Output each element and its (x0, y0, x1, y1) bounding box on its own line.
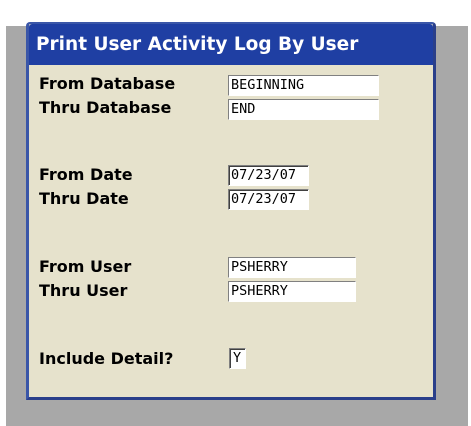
thru-database-field[interactable]: END (228, 99, 379, 120)
from-date-field[interactable]: 07/23/07 (228, 165, 309, 186)
dialog-titlebar: Print User Activity Log By User (29, 24, 433, 65)
thru-date-label: Thru Date (39, 189, 129, 208)
thru-date-field[interactable]: 07/23/07 (228, 189, 309, 210)
thru-database-label: Thru Database (39, 98, 172, 117)
from-user-field[interactable]: PSHERRY (228, 257, 356, 278)
dialog-title: Print User Activity Log By User (36, 34, 359, 55)
thru-user-field[interactable]: PSHERRY (228, 281, 356, 302)
include-detail-label: Include Detail? (39, 349, 174, 368)
window-shadow-left (6, 26, 26, 402)
from-user-label: From User (39, 257, 132, 276)
from-database-field[interactable]: BEGINNING (228, 75, 379, 96)
include-detail-field[interactable]: Y (229, 348, 246, 369)
from-date-label: From Date (39, 165, 133, 184)
window-shadow-bottom (6, 400, 468, 426)
thru-user-label: Thru User (39, 281, 128, 300)
from-database-label: From Database (39, 74, 176, 93)
print-activity-log-dialog: Print User Activity Log By User From Dat… (26, 22, 436, 400)
window-shadow-right (436, 26, 468, 402)
